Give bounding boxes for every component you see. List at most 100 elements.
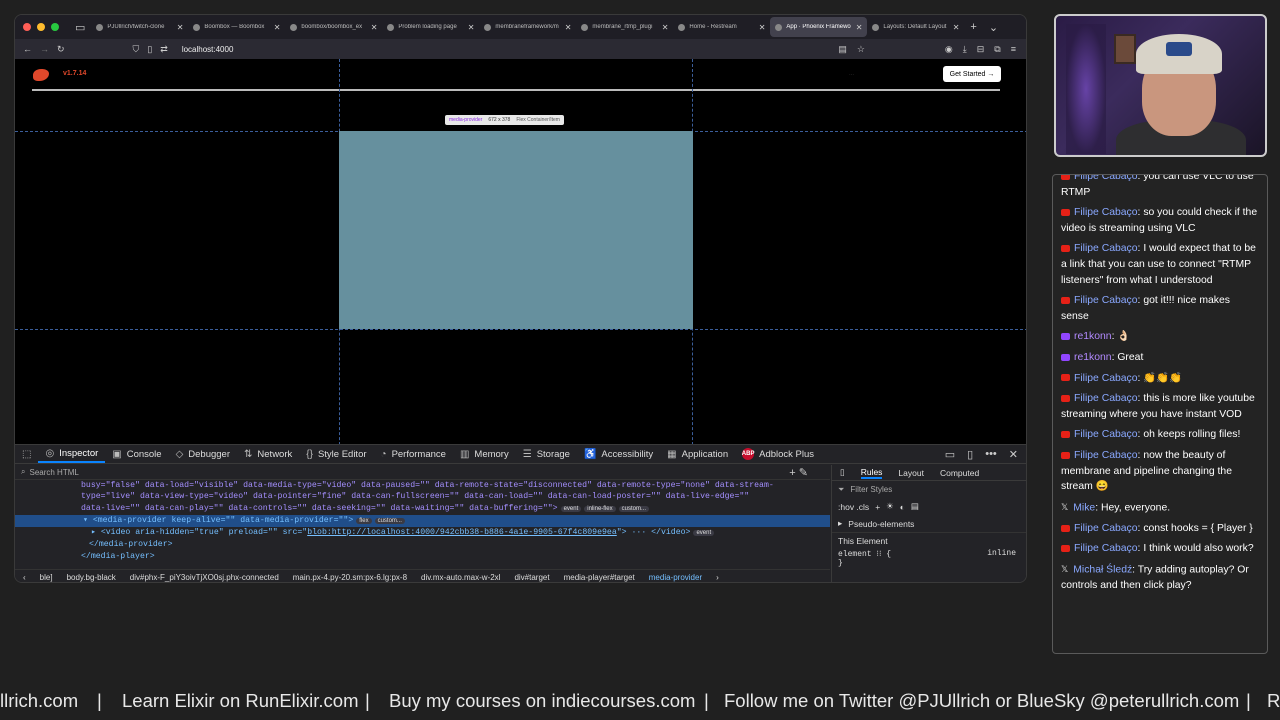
light-mode-icon[interactable]: ☀	[886, 501, 894, 512]
tab-accessibility[interactable]: ♿ Accessibility	[577, 445, 660, 463]
pseudo-elements-row[interactable]: ▸ Pseudo-elements	[832, 515, 1026, 532]
dark-mode-icon[interactable]: ◐	[900, 502, 905, 512]
tab-console[interactable]: ▣ Console	[105, 445, 168, 463]
breadcrumb-item[interactable]: div#target	[514, 573, 549, 582]
menu-icon[interactable]: ≡	[1011, 44, 1016, 55]
browser-tab[interactable]: membraneframework/m ✕	[479, 17, 576, 37]
new-tab-button[interactable]: +	[964, 21, 982, 33]
tab-layout[interactable]: Layout	[898, 468, 924, 478]
breadcrumb-item[interactable]: div#phx-F_piY3oivTjXO0sj.phx-connected	[130, 573, 279, 582]
markup-line[interactable]: busy="false" data-load="visible" data-me…	[81, 480, 830, 491]
close-tab-icon[interactable]: ✕	[371, 23, 378, 32]
minimize-window-button[interactable]	[37, 23, 45, 31]
phoenix-logo[interactable]	[33, 69, 49, 81]
video-src-link[interactable]: blob:http://localhost:4000/942cbb38-b886…	[307, 528, 617, 537]
zoom-window-button[interactable]	[51, 23, 59, 31]
close-tab-icon[interactable]: ✕	[177, 23, 184, 32]
tab-adblock-plus[interactable]: ABP Adblock Plus	[735, 445, 821, 463]
shield-icon[interactable]: ⛉	[133, 44, 140, 55]
back-arrow-icon[interactable]: ←	[23, 44, 32, 54]
close-tab-icon[interactable]: ✕	[856, 23, 863, 32]
element-picker-icon[interactable]: ⬚	[15, 445, 38, 463]
reload-icon[interactable]: ↻	[57, 44, 65, 55]
print-media-icon[interactable]: ▤	[911, 501, 919, 512]
markup-text: </media-provider>	[89, 540, 173, 550]
close-tab-icon[interactable]: ✕	[274, 23, 281, 32]
event-badge[interactable]: event	[693, 530, 715, 537]
tab-storage[interactable]: ☰ Storage	[516, 445, 577, 463]
responsive-mode-icon[interactable]: ▯	[967, 448, 973, 461]
markup-line[interactable]: data-live="" data-can-play="" data-contr…	[81, 503, 830, 515]
header-links[interactable]: ...	[849, 71, 854, 77]
split-view-icon[interactable]: ▯	[840, 467, 845, 478]
browser-tab[interactable]: Boombox — Boombox ✕	[188, 17, 285, 37]
browser-tab[interactable]: membrane_rtmp_plugi ✕	[576, 17, 673, 37]
breadcrumb-forward-icon[interactable]: ›	[716, 573, 719, 582]
close-window-button[interactable]	[23, 23, 31, 31]
close-tab-icon[interactable]: ✕	[468, 23, 475, 32]
close-tab-icon[interactable]: ✕	[662, 23, 669, 32]
tab-application[interactable]: ▦ Application	[660, 445, 735, 463]
markup-line[interactable]: type="live" data-view-type="video" data-…	[81, 491, 830, 502]
breadcrumb-item[interactable]: ble]	[40, 573, 53, 582]
close-devtools-icon[interactable]: ✕	[1009, 448, 1018, 461]
filter-styles-input[interactable]: Filter Styles	[850, 485, 892, 494]
breadcrumb-item[interactable]: main.px-4.py-20.sm:px-6.lg:px-8	[293, 573, 407, 582]
markup-line[interactable]: ▸ <video aria-hidden="true" preload="" s…	[81, 527, 830, 539]
forward-arrow-icon[interactable]: →	[40, 44, 49, 54]
browser-tab[interactable]: Problem loading page ✕	[382, 17, 479, 37]
tab-debugger[interactable]: ◇ Debugger	[169, 445, 237, 463]
breadcrumb-back-icon[interactable]: ‹	[23, 573, 26, 582]
breadcrumb-item[interactable]: media-player#target	[564, 573, 635, 582]
close-tab-icon[interactable]: ✕	[759, 23, 766, 32]
breadcrumb-item-current[interactable]: media-provider	[649, 573, 702, 582]
permissions-icon[interactable]: ⇄	[160, 44, 168, 55]
browser-tab[interactable]: Layouts: Default Layout ✕	[867, 17, 964, 37]
custom-badge[interactable]: custom...	[618, 505, 649, 512]
custom-badge[interactable]: custom...	[374, 517, 405, 524]
close-tab-icon[interactable]: ✕	[565, 23, 572, 32]
tab-list-chevron-icon[interactable]: ⌄	[983, 21, 1004, 34]
account-icon[interactable]: ◉	[945, 44, 953, 55]
more-options-icon[interactable]: •••	[985, 448, 997, 461]
tab-overview-icon[interactable]: ▭	[69, 21, 91, 34]
display-badge[interactable]: inline-flex	[584, 505, 616, 512]
breadcrumb-item[interactable]: body.bg-black	[67, 573, 116, 582]
extensions-icon[interactable]: ⧉	[994, 44, 1000, 55]
dock-icon[interactable]: ▭	[945, 448, 955, 461]
markup-line[interactable]: </media-provider>	[81, 539, 830, 550]
selected-markup-line[interactable]: ▾ <media-provider keep-alive="" data-med…	[15, 514, 830, 528]
tab-computed[interactable]: Computed	[940, 468, 979, 478]
download-icon[interactable]: ⤓	[963, 44, 967, 55]
close-tab-icon[interactable]: ✕	[953, 23, 960, 32]
hov-cls-toggles[interactable]: :hov .cls	[838, 502, 869, 512]
bookmark-star-icon[interactable]: ☆	[857, 44, 865, 55]
get-started-button[interactable]: Get Started →	[943, 66, 1001, 82]
tab-rules[interactable]: Rules	[860, 467, 883, 479]
chat-username: Filipe Cabaço	[1074, 522, 1138, 534]
add-node-icon[interactable]: + ✎	[789, 466, 830, 479]
flex-badge[interactable]: flex	[356, 517, 372, 524]
html-search-input[interactable]: Search HTML	[29, 468, 78, 477]
event-badge[interactable]: event	[560, 505, 582, 512]
tab-style-editor[interactable]: {} Style Editor	[299, 445, 373, 463]
led-light	[1066, 24, 1106, 154]
sidebar-icon[interactable]: ⊟	[977, 44, 985, 55]
reader-icon[interactable]: ▤	[838, 44, 847, 55]
browser-tab[interactable]: boombox/boombox_ex ✕	[285, 17, 382, 37]
browser-tab[interactable]: Home - Restream ✕	[673, 17, 770, 37]
element-rule[interactable]: element ⁝⁝ {inline	[832, 549, 1026, 559]
tab-network[interactable]: ⇅ Network	[237, 445, 299, 463]
media-provider-highlight[interactable]	[339, 131, 693, 329]
markup-line[interactable]: </media-player>	[81, 551, 830, 562]
browser-tab[interactable]: PJUllrich/twitch-clone ✕	[91, 17, 188, 37]
markup-text: "> ··· </video>	[616, 528, 691, 538]
browser-tab[interactable]: App · Phoenix Framewo ✕	[770, 17, 868, 37]
tab-performance[interactable]: ◔ Performance	[374, 445, 453, 463]
url-field[interactable]: localhost:4000	[182, 45, 234, 54]
tab-inspector[interactable]: ◎ Inspector	[38, 445, 106, 463]
tab-title: App · Phoenix Framewo	[786, 24, 851, 30]
breadcrumb-item[interactable]: div.mx-auto.max-w-2xl	[421, 573, 500, 582]
tab-memory[interactable]: ▥ Memory	[453, 445, 516, 463]
add-rule-icon[interactable]: +	[875, 502, 880, 512]
